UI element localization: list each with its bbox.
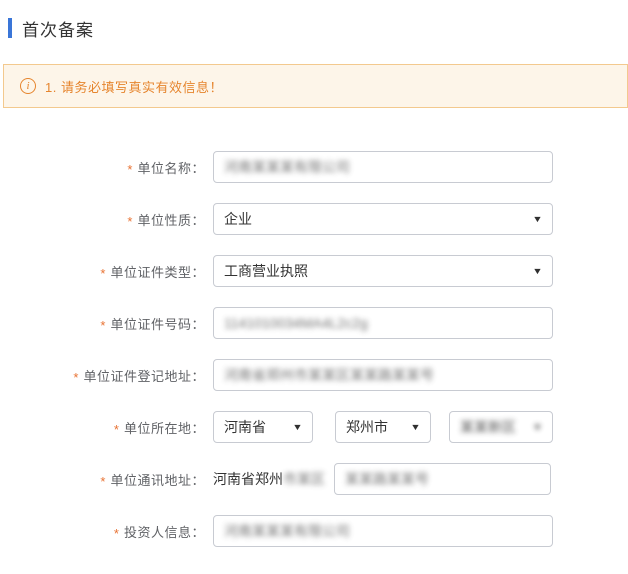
caret-down-icon: ▼ bbox=[532, 266, 543, 276]
first-filing-page: 首次备案 i 1. 请务必填写真实有效信息！ * 单位名称： 河南某某某有限公司… bbox=[0, 0, 628, 574]
select-value: 企业 bbox=[224, 209, 252, 229]
form-row-unit-nature: * 单位性质： 企业 ▼ bbox=[0, 203, 628, 235]
required-asterisk: * bbox=[114, 419, 119, 436]
field-label: 单位名称： bbox=[137, 158, 205, 177]
unit-name-input[interactable]: 河南某某某有限公司 bbox=[213, 151, 553, 183]
cert-type-select[interactable]: 工商营业执照 ▼ bbox=[213, 255, 553, 287]
field-label: 单位证件类型： bbox=[110, 262, 205, 281]
cert-reg-address-input[interactable]: 河南省郑州市某某区某某路某某号 bbox=[213, 359, 553, 391]
label-cell: * 单位证件类型： bbox=[0, 262, 205, 281]
title-accent-bar bbox=[8, 18, 12, 38]
form-row-unit-name: * 单位名称： 河南某某某有限公司 bbox=[0, 151, 628, 183]
label-cell: * 单位通讯地址： bbox=[0, 470, 205, 489]
form-row-cert-type: * 单位证件类型： 工商营业执照 ▼ bbox=[0, 255, 628, 287]
form-row-investor: * 投资人信息： 河南某某某有限公司 bbox=[0, 515, 628, 547]
masked-value: 市某区 bbox=[283, 469, 325, 489]
required-asterisk: * bbox=[114, 523, 119, 540]
select-value: 河南省 bbox=[224, 417, 266, 437]
cert-number-input[interactable]: 1141010034MA4L2c2g bbox=[213, 307, 553, 339]
control-cell: 企业 ▼ bbox=[213, 203, 553, 235]
caret-down-icon: ▼ bbox=[292, 422, 303, 432]
form-row-unit-location: * 单位所在地： 河南省 ▼ 郑州市 ▼ 某某新区 ▼ bbox=[0, 411, 628, 443]
control-cell: 1141010034MA4L2c2g bbox=[213, 307, 553, 339]
field-label: 投资人信息： bbox=[124, 522, 205, 541]
caret-down-icon: ▼ bbox=[532, 214, 543, 224]
masked-value: 河南某某某有限公司 bbox=[224, 157, 350, 177]
masked-value: 河南省郑州市某某区某某路某某号 bbox=[224, 365, 434, 385]
control-cell: 河南某某某有限公司 bbox=[213, 515, 553, 547]
unit-nature-select[interactable]: 企业 ▼ bbox=[213, 203, 553, 235]
info-circle-icon: i bbox=[20, 78, 36, 94]
control-cell: 工商营业执照 ▼ bbox=[213, 255, 553, 287]
form-row-cert-number: * 单位证件号码： 1141010034MA4L2c2g bbox=[0, 307, 628, 339]
form-row-comm-address: * 单位通讯地址： 河南省郑州 市某区 某某路某某号 bbox=[0, 463, 628, 495]
select-value: 工商营业执照 bbox=[224, 261, 308, 281]
masked-value: 1141010034MA4L2c2g bbox=[224, 315, 368, 331]
label-cell: * 单位名称： bbox=[0, 158, 205, 177]
label-cell: * 单位证件号码： bbox=[0, 314, 205, 333]
field-label: 单位通讯地址： bbox=[110, 470, 205, 489]
notice-text: 1. 请务必填写真实有效信息！ bbox=[45, 77, 223, 96]
comm-address-prefix: 河南省郑州 市某区 bbox=[213, 469, 325, 489]
select-value: 郑州市 bbox=[346, 417, 388, 437]
control-cell: 河南省 ▼ 郑州市 ▼ 某某新区 ▼ bbox=[213, 411, 553, 443]
investor-info-input[interactable]: 河南某某某有限公司 bbox=[213, 515, 553, 547]
form-row-cert-reg-address: * 单位证件登记地址： 河南省郑州市某某区某某路某某号 bbox=[0, 359, 628, 391]
required-asterisk: * bbox=[73, 367, 78, 384]
filing-form: * 单位名称： 河南某某某有限公司 * 单位性质： 企业 ▼ bbox=[0, 151, 628, 547]
field-label: 单位性质： bbox=[137, 210, 205, 229]
select-value: 某某新区 bbox=[460, 417, 516, 437]
city-select[interactable]: 郑州市 ▼ bbox=[335, 411, 431, 443]
required-asterisk: * bbox=[100, 315, 105, 332]
field-label: 单位证件号码： bbox=[110, 314, 205, 333]
district-select[interactable]: 某某新区 ▼ bbox=[449, 411, 553, 443]
notice-banner: i 1. 请务必填写真实有效信息！ bbox=[3, 64, 628, 108]
label-cell: * 投资人信息： bbox=[0, 522, 205, 541]
required-asterisk: * bbox=[127, 159, 132, 176]
caret-down-icon: ▼ bbox=[532, 422, 543, 432]
required-asterisk: * bbox=[100, 263, 105, 280]
province-select[interactable]: 河南省 ▼ bbox=[213, 411, 313, 443]
label-cell: * 单位证件登记地址： bbox=[0, 366, 205, 385]
required-asterisk: * bbox=[127, 211, 132, 228]
comm-address-prefix-text: 河南省郑州 bbox=[213, 469, 283, 489]
control-cell: 河南某某某有限公司 bbox=[213, 151, 553, 183]
masked-value: 河南某某某有限公司 bbox=[224, 521, 350, 541]
field-label: 单位证件登记地址： bbox=[83, 366, 205, 385]
masked-value: 某某路某某号 bbox=[345, 469, 429, 489]
label-cell: * 单位性质： bbox=[0, 210, 205, 229]
control-cell: 河南省郑州 市某区 某某路某某号 bbox=[213, 463, 551, 495]
control-cell: 河南省郑州市某某区某某路某某号 bbox=[213, 359, 553, 391]
masked-select-content: 某某新区 ▼ bbox=[460, 417, 542, 437]
page-title: 首次备案 bbox=[22, 16, 94, 41]
page-title-block: 首次备案 bbox=[0, 16, 628, 40]
comm-address-input[interactable]: 某某路某某号 bbox=[334, 463, 551, 495]
field-label: 单位所在地： bbox=[124, 418, 205, 437]
required-asterisk: * bbox=[100, 471, 105, 488]
caret-down-icon: ▼ bbox=[410, 422, 421, 432]
label-cell: * 单位所在地： bbox=[0, 418, 205, 437]
